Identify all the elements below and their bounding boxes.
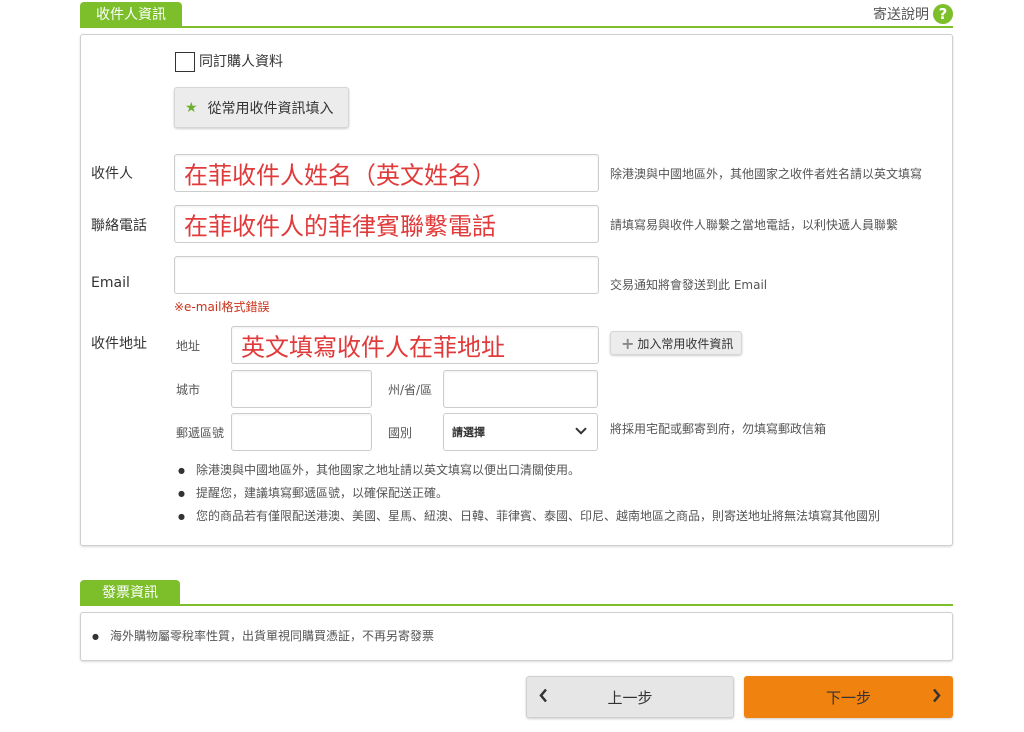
invoice-note: 海外購物屬零稅率性質，出貨單視同購買憑証，不再另寄發票 xyxy=(92,625,434,648)
recipient-section-header: 收件人資訊 寄送說明 ? xyxy=(80,0,953,28)
delivery-hint: 將採用宅配或郵寄到府，勿填寫郵政信箱 xyxy=(610,422,827,436)
state-label: 州/省/區 xyxy=(388,383,433,397)
prev-step-button[interactable]: 上一步 xyxy=(526,676,734,718)
country-selected-value: 請選擇 xyxy=(452,426,485,439)
email-error-message: ※e-mail格式錯誤 xyxy=(174,300,270,314)
email-label: Email xyxy=(91,275,130,291)
address-note: 除港澳與中國地區外，其他國家之地址請以英文填寫以便出口清關使用。 xyxy=(178,459,880,482)
chevron-down-icon xyxy=(575,423,587,439)
invoice-notes-list: 海外購物屬零稅率性質，出貨單視同購買憑証，不再另寄發票 xyxy=(92,625,434,648)
chevron-left-icon xyxy=(539,688,548,707)
city-label: 城市 xyxy=(176,383,201,397)
recipient-name-label: 收件人 xyxy=(91,166,133,182)
phone-value: 在菲收件人的菲律賓聯繫電話 xyxy=(184,212,496,241)
prev-step-label: 上一步 xyxy=(607,688,653,707)
next-step-button[interactable]: 下一步 xyxy=(744,676,953,718)
shipping-help-link[interactable]: 寄送說明 ? xyxy=(873,4,953,24)
recipient-section-tab: 收件人資訊 xyxy=(80,2,182,28)
phone-hint: 請填寫易與收件人聯繫之當地電話，以利快遞人員聯繫 xyxy=(610,218,899,232)
address-value: 英文填寫收件人在菲地址 xyxy=(241,333,505,362)
zip-label: 郵遞區號 xyxy=(176,426,225,440)
email-hint: 交易通知將會發送到此 Email xyxy=(610,278,768,292)
next-step-label: 下一步 xyxy=(825,688,871,707)
question-circle-icon: ? xyxy=(933,4,953,24)
recipient-name-hint: 除港澳與中國地區外，其他國家之收件者姓名請以英文填寫 xyxy=(610,167,923,181)
email-input[interactable] xyxy=(174,256,599,294)
address-input[interactable]: 英文填寫收件人在菲地址 xyxy=(231,326,599,364)
add-to-saved-button[interactable]: + 加入常用收件資訊 xyxy=(610,331,742,355)
invoice-section-tab: 發票資訊 xyxy=(80,580,180,606)
same-as-buyer-label: 同訂購人資料 xyxy=(199,54,283,70)
address-section-label: 收件地址 xyxy=(91,336,147,352)
address-note: 提醒您，建議填寫郵遞區號，以確保配送正確。 xyxy=(178,482,880,505)
address-notes-list: 除港澳與中國地區外，其他國家之地址請以英文填寫以便出口清關使用。 提醒您，建議填… xyxy=(178,459,880,528)
state-input[interactable] xyxy=(443,370,598,408)
same-as-buyer-checkbox[interactable] xyxy=(175,52,195,72)
recipient-name-input[interactable]: 在菲收件人姓名（英文姓名） xyxy=(174,154,599,192)
country-select[interactable]: 請選擇 xyxy=(443,413,598,451)
country-label: 國別 xyxy=(388,426,413,440)
shipping-help-label: 寄送說明 xyxy=(873,7,929,23)
phone-label: 聯絡電話 xyxy=(91,218,147,234)
invoice-section-header: 發票資訊 xyxy=(80,578,953,606)
add-to-saved-label: 加入常用收件資訊 xyxy=(637,336,734,351)
phone-input[interactable]: 在菲收件人的菲律賓聯繫電話 xyxy=(174,205,599,243)
fill-from-saved-label: 從常用收件資訊填入 xyxy=(207,100,334,117)
address-label: 地址 xyxy=(176,339,201,353)
recipient-name-value: 在菲收件人姓名（英文姓名） xyxy=(184,161,496,190)
chevron-right-icon xyxy=(932,688,941,707)
fill-from-saved-button[interactable]: ★ 從常用收件資訊填入 xyxy=(174,87,349,128)
zip-input[interactable] xyxy=(231,413,372,451)
city-input[interactable] xyxy=(231,370,372,408)
plus-icon: + xyxy=(621,333,635,353)
address-note: 您的商品若有僅限配送港澳、美國、星馬、紐澳、日韓、菲律賓、泰國、印尼、越南地區之… xyxy=(178,505,880,528)
star-icon: ★ xyxy=(185,99,198,116)
